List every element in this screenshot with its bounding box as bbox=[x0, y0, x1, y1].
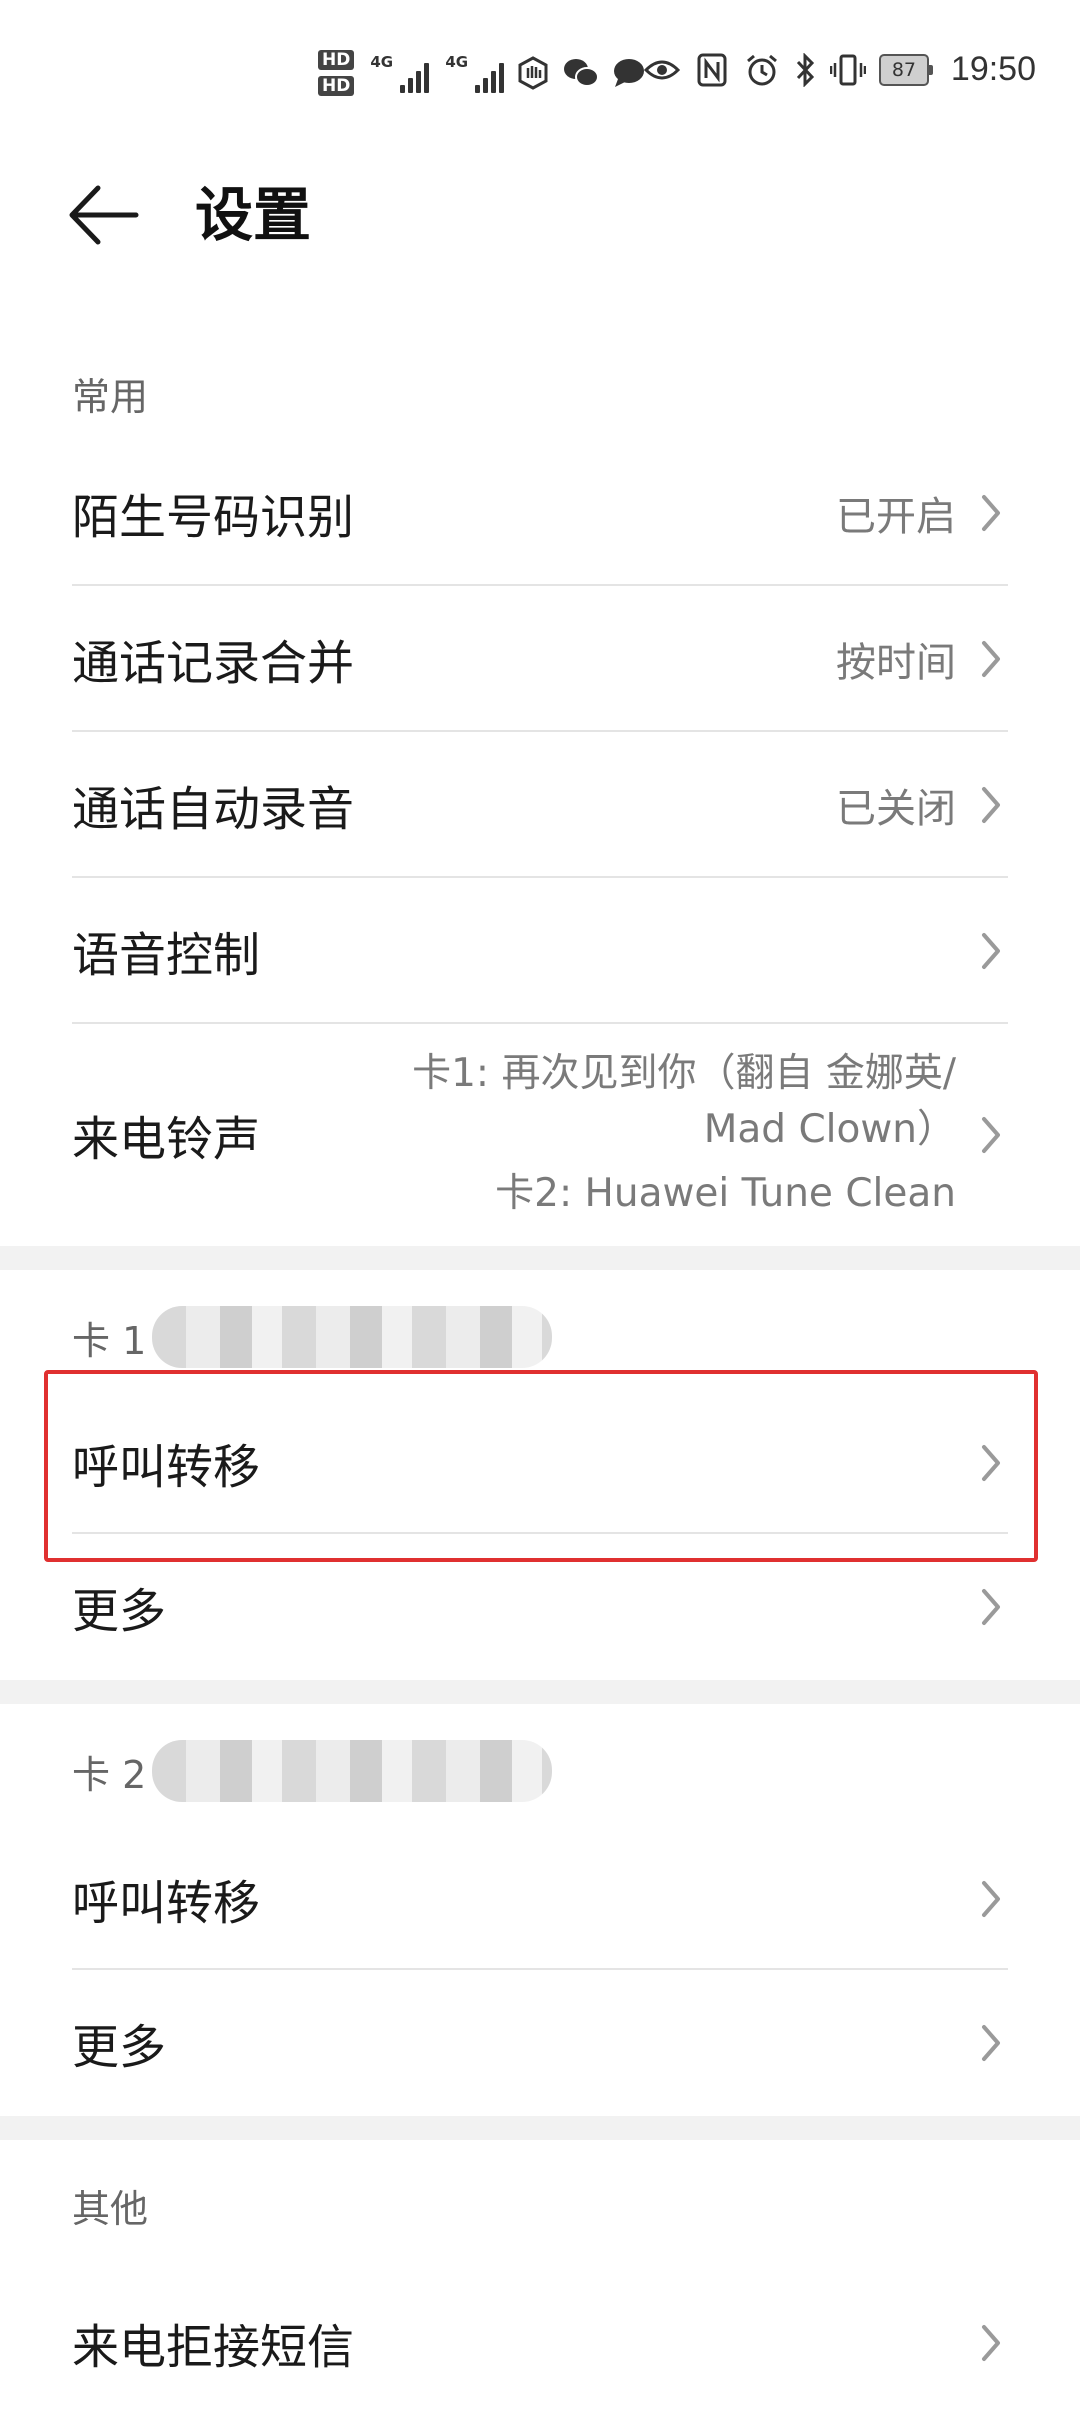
back-button[interactable] bbox=[62, 180, 152, 250]
row-label: 来电拒接短信 bbox=[72, 2320, 354, 2375]
row-card2-call-forwarding[interactable]: 呼叫转移 bbox=[72, 1826, 1008, 1971]
card1-label: 卡 1 bbox=[72, 1318, 147, 1363]
hand-icon bbox=[514, 54, 552, 92]
network-type-1: 4G bbox=[370, 53, 394, 71]
eye-icon bbox=[643, 51, 681, 89]
page-title: 设置 bbox=[195, 181, 312, 249]
app-header: 设置 bbox=[0, 150, 1080, 280]
row-value: 已开启 bbox=[836, 493, 956, 540]
row-value: 按时间 bbox=[836, 639, 956, 686]
row-label: 语音控制 bbox=[72, 928, 260, 983]
chevron-right-icon bbox=[982, 1117, 1000, 1153]
row-value: 已关闭 bbox=[836, 785, 956, 832]
status-bar: HD HD 4G 4G 87 19:50 bbox=[0, 0, 1080, 150]
redacted-number bbox=[152, 1740, 553, 1802]
row-voice-control[interactable]: 语音控制 bbox=[72, 878, 1008, 1023]
status-left: HD HD 4G 4G bbox=[318, 50, 648, 96]
nfc-icon bbox=[693, 51, 731, 89]
section-gap bbox=[0, 2116, 1080, 2140]
row-reject-sms[interactable]: 来电拒接短信 bbox=[72, 2270, 1008, 2415]
back-arrow-icon bbox=[69, 185, 139, 245]
card2-label: 卡 2 bbox=[72, 1752, 147, 1797]
status-right: 87 19:50 bbox=[643, 50, 1036, 89]
row-label: 通话记录合并 bbox=[72, 636, 354, 691]
alarm-icon bbox=[743, 51, 781, 89]
battery-icon: 87 bbox=[878, 53, 933, 86]
row-label: 来电铃声 bbox=[72, 1112, 260, 1168]
chevron-right-icon bbox=[982, 2324, 1000, 2361]
signal-icon-sim2: 4G bbox=[445, 53, 505, 93]
section-header-card2: 卡 2 bbox=[72, 1740, 553, 1802]
row-label: 通话自动录音 bbox=[72, 782, 354, 837]
row-label: 陌生号码识别 bbox=[72, 490, 354, 545]
bluetooth-icon bbox=[793, 51, 817, 89]
battery-level: 87 bbox=[878, 53, 929, 86]
chevron-right-icon bbox=[982, 2024, 1000, 2061]
row-label: 呼叫转移 bbox=[72, 1876, 260, 1931]
row-label: 更多 bbox=[72, 2020, 166, 2075]
ringtone-sim1-line1: 卡1: 再次见到你（翻自 金娜英/ bbox=[412, 1051, 956, 1096]
chevron-right-icon bbox=[982, 1588, 1000, 1625]
wechat-icon bbox=[562, 54, 600, 92]
hd-badge-1: HD bbox=[318, 50, 355, 70]
section-gap bbox=[0, 1680, 1080, 1704]
redacted-number bbox=[152, 1306, 553, 1368]
row-label: 更多 bbox=[72, 1584, 166, 1639]
section-header-card1: 卡 1 bbox=[72, 1306, 553, 1368]
row-auto-record[interactable]: 通话自动录音 已关闭 bbox=[72, 732, 1008, 877]
hd-badge-2: HD bbox=[318, 76, 355, 96]
network-type-2: 4G bbox=[445, 53, 469, 71]
chevron-right-icon bbox=[982, 932, 1000, 969]
chevron-right-icon bbox=[982, 786, 1000, 823]
chevron-right-icon bbox=[982, 1880, 1000, 1917]
section-header-other: 其他 bbox=[72, 2187, 149, 2231]
section-header-common: 常用 bbox=[72, 375, 149, 419]
row-ringtone[interactable]: 来电铃声 卡1: 再次见到你（翻自 金娜英/ Mad Clown） 卡2: Hu… bbox=[72, 1024, 1008, 1246]
highlight-box bbox=[44, 1370, 1038, 1562]
vibrate-icon bbox=[829, 51, 867, 89]
section-gap bbox=[0, 1246, 1080, 1270]
chevron-right-icon bbox=[982, 640, 1000, 677]
row-unknown-number-id[interactable]: 陌生号码识别 已开启 bbox=[72, 440, 1008, 585]
ringtone-sim1-line2: Mad Clown） bbox=[703, 1107, 956, 1152]
ringtone-sim2: 卡2: Huawei Tune Clean bbox=[495, 1171, 956, 1216]
chevron-right-icon bbox=[982, 494, 1000, 531]
hd-indicators: HD HD bbox=[318, 50, 355, 96]
row-call-log-merge[interactable]: 通话记录合并 按时间 bbox=[72, 586, 1008, 731]
signal-icon-sim1: 4G bbox=[370, 53, 430, 93]
row-card2-more[interactable]: 更多 bbox=[72, 1970, 1008, 2115]
clock: 19:50 bbox=[950, 50, 1036, 88]
